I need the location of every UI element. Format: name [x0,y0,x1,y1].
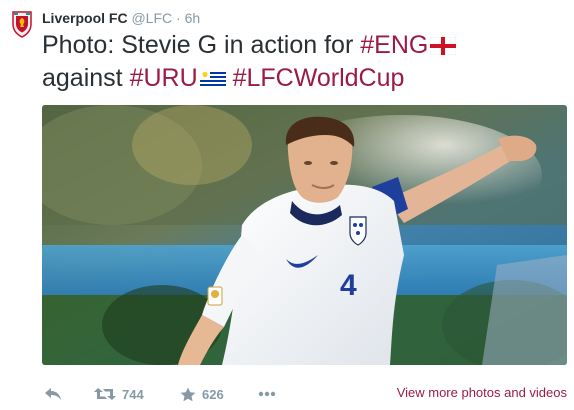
hashtag-eng[interactable]: #ENG [360,31,428,59]
liverpool-crest-icon [12,11,32,38]
favorite-count[interactable]: 626 [202,387,224,402]
tweet-text-segment [226,64,233,92]
tweet-text: Photo: Stevie G in action for #ENG again… [42,30,562,96]
reply-icon [45,388,61,400]
hashtag-uru[interactable]: #URU [130,64,198,92]
star-icon [180,387,196,401]
more-button[interactable] [258,382,276,406]
footballer-photo: 4 [42,105,567,365]
shirt-number: 4 [340,269,357,302]
tweet-timestamp[interactable]: 6h [185,10,201,26]
tweet-photo[interactable]: 4 [42,105,567,365]
author-handle[interactable]: @LFC [131,10,172,26]
tweet-header: Liverpool FC @LFC · 6h [42,9,200,27]
author-name[interactable]: Liverpool FC [42,10,128,26]
more-icon [258,391,276,397]
favorite-button[interactable]: 626 [180,382,224,406]
tweet-text-segment: Photo: Stevie G in action for [42,31,361,59]
view-more-photos-link[interactable]: View more photos and videos [397,385,567,400]
separator-dot: · [176,10,181,26]
hashtag-lfcworldcup[interactable]: #LFCWorldCup [233,64,405,92]
avatar[interactable] [10,10,34,38]
retweet-count[interactable]: 744 [122,387,144,402]
tweet-text-segment: against [42,64,130,92]
england-flag-icon [430,32,457,63]
retweet-button[interactable]: 744 [94,382,144,406]
tweet-actions: 744 626 View more photos and videos [42,382,567,406]
reply-button[interactable] [44,382,62,406]
uruguay-flag-icon [199,65,226,96]
retweet-icon [94,388,116,400]
